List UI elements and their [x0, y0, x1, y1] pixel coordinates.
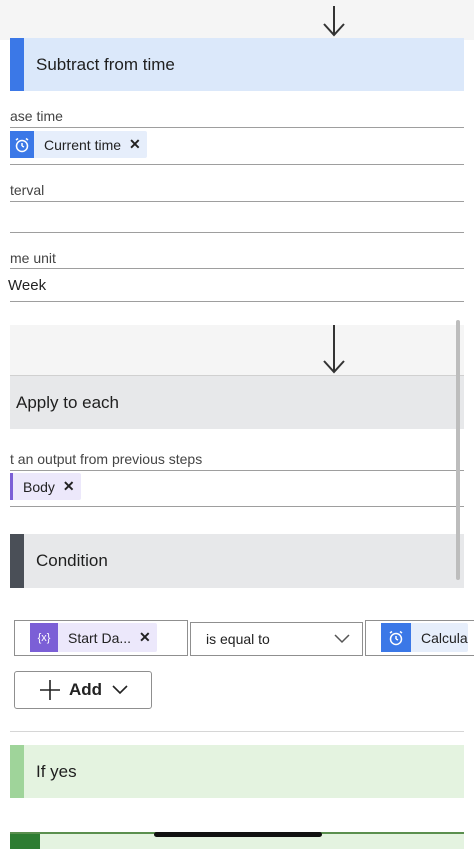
token-label: Start Da...	[68, 629, 132, 646]
plus-icon	[40, 680, 60, 700]
add-button[interactable]: Add	[14, 671, 152, 709]
body-token[interactable]: Body ✕	[10, 473, 81, 500]
current-time-token[interactable]: Current time ✕	[10, 131, 147, 158]
token-accent	[10, 473, 13, 500]
time-unit-value[interactable]: Week	[8, 277, 46, 294]
down-arrow-icon	[323, 6, 345, 37]
operator-dropdown[interactable]: is equal to	[190, 622, 363, 656]
remove-token-icon[interactable]: ✕	[63, 478, 75, 495]
connector-area	[10, 325, 464, 375]
apply-to-each-header[interactable]: Apply to each	[10, 375, 464, 429]
subtract-from-time-header[interactable]: Subtract from time	[10, 38, 464, 91]
interval-label: terval	[10, 182, 45, 198]
select-output-label: t an output from previous steps	[10, 451, 203, 467]
card-title: If yes	[36, 761, 77, 781]
token-label: Calcula	[421, 629, 468, 646]
remove-token-icon[interactable]: ✕	[139, 629, 151, 646]
if-yes-header[interactable]: If yes	[10, 745, 464, 798]
action-color-bar	[10, 38, 24, 91]
down-arrow-icon	[323, 325, 345, 374]
base-time-label: ase time	[10, 108, 63, 124]
top-connector-area	[0, 0, 474, 40]
interval-input[interactable]	[10, 202, 464, 232]
condition-color-bar	[10, 534, 24, 588]
add-label: Add	[69, 680, 103, 699]
operator-value: is equal to	[206, 631, 270, 647]
calculated-token[interactable]: Calcula	[381, 623, 468, 652]
variable-icon: {x}	[30, 623, 58, 652]
token-label: Current time	[44, 136, 122, 153]
chevron-down-icon	[112, 685, 128, 695]
scrollbar[interactable]	[456, 320, 460, 580]
condition-header[interactable]: Condition	[10, 534, 464, 588]
chevron-down-icon	[334, 634, 350, 644]
alarm-clock-icon	[10, 131, 34, 158]
alarm-clock-icon	[381, 623, 411, 652]
card-title: Apply to each	[16, 392, 120, 412]
time-unit-label: me unit	[10, 250, 56, 266]
home-indicator[interactable]	[154, 832, 322, 837]
start-date-token[interactable]: {x} Start Da... ✕	[30, 623, 157, 652]
token-label: Body	[23, 478, 55, 495]
condition-left-operand[interactable]: {x} Start Da... ✕	[14, 620, 188, 656]
branch-color-bar	[10, 745, 24, 798]
condition-right-operand[interactable]: Calcula	[365, 620, 474, 656]
remove-token-icon[interactable]: ✕	[129, 136, 141, 153]
card-title: Subtract from time	[36, 54, 175, 74]
card-title: Condition	[36, 551, 108, 570]
